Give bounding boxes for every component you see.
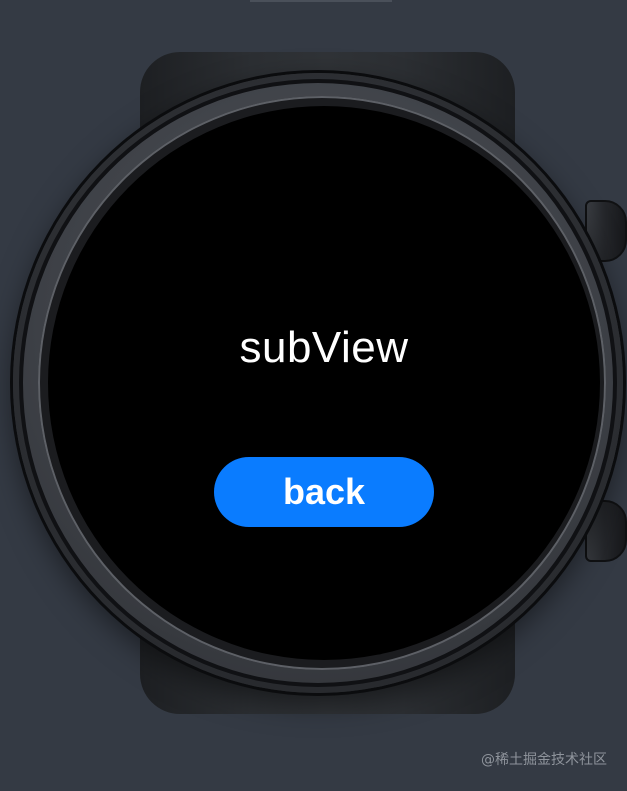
page-title: subView: [239, 323, 409, 372]
back-button[interactable]: back: [214, 457, 434, 527]
watermark-text: @稀土掘金技术社区: [481, 752, 607, 768]
watch-screen: subView back: [48, 106, 600, 660]
top-divider: [250, 0, 392, 2]
